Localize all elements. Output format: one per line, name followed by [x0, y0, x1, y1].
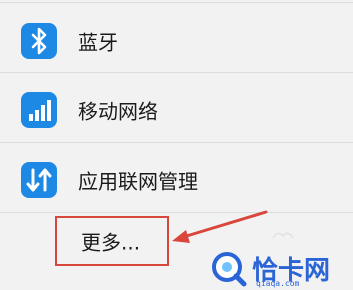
more-button[interactable]: 更多... — [55, 216, 169, 266]
settings-item-label: 移动网络 — [78, 99, 158, 124]
logo-icon — [212, 252, 247, 287]
bluetooth-icon — [21, 23, 57, 59]
settings-item-bluetooth[interactable]: 蓝牙 — [0, 10, 353, 72]
signal-bars-icon — [21, 92, 57, 128]
divider — [0, 72, 353, 73]
divider-top — [0, 2, 353, 3]
settings-item-app-network-management[interactable]: 应用联网管理 — [0, 149, 353, 211]
annotation-arrow-icon — [172, 210, 268, 243]
data-transfer-arrows-icon — [21, 162, 57, 198]
faint-mark-icon — [272, 232, 294, 239]
watermark: 恰卡网 qiaqa.com — [210, 250, 350, 288]
divider — [0, 142, 353, 143]
settings-item-label: 蓝牙 — [78, 30, 118, 55]
watermark-subtext: qiaqa.com — [256, 279, 300, 288]
settings-item-mobile-network[interactable]: 移动网络 — [0, 79, 353, 141]
more-label: 更多... — [81, 230, 141, 255]
settings-item-label: 应用联网管理 — [78, 169, 198, 194]
